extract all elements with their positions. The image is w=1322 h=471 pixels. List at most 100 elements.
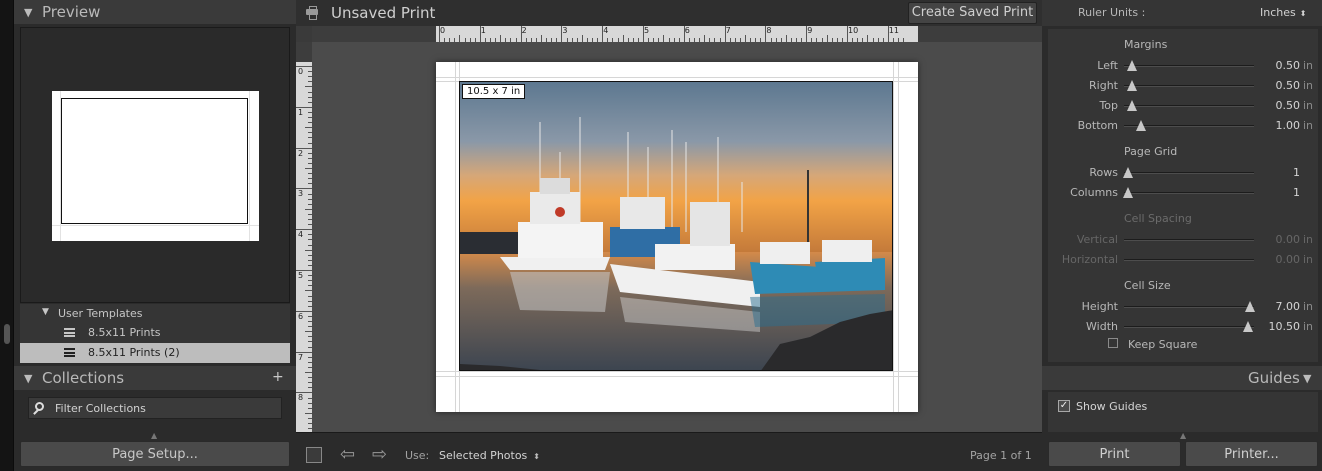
expand-triangle-icon[interactable]: ▼: [42, 307, 49, 317]
ruler-tick: [847, 26, 848, 42]
slider-track[interactable]: [1124, 321, 1254, 332]
keep-square-checkbox[interactable]: [1108, 338, 1118, 348]
slider-row: Height 7.00 in: [1048, 298, 1318, 316]
template-icon: [64, 348, 75, 357]
slider-unit: in: [1303, 79, 1314, 92]
use-dropdown[interactable]: Selected Photos ⬍: [439, 449, 540, 462]
print-workspace: Unsaved Print Create Saved Print 0 1 2 3 4 5 6…: [296, 0, 1042, 471]
use-label: Use:: [405, 449, 430, 462]
ruler-number: 3: [298, 189, 304, 199]
preview-cell-outline: [61, 98, 248, 224]
ruler-tick: [622, 35, 624, 42]
paper-page: 10.5 x 7 in: [436, 62, 918, 412]
ruler-number: 5: [298, 271, 304, 280]
printer-button[interactable]: Printer...: [1185, 441, 1318, 467]
ruler-number: 2: [298, 148, 304, 158]
print-button[interactable]: Print: [1048, 441, 1181, 467]
create-saved-print-button[interactable]: Create Saved Print: [908, 2, 1037, 24]
slider-value[interactable]: 7.00: [1276, 300, 1301, 313]
photo-cell[interactable]: 10.5 x 7 in: [459, 81, 893, 371]
ruler-tick: [296, 106, 312, 108]
slider-label: Columns: [1070, 186, 1118, 199]
slider-thumb[interactable]: [1122, 167, 1133, 178]
ruler-tick: [305, 412, 312, 414]
page-setup-button[interactable]: Page Setup...: [20, 441, 290, 467]
slider-value[interactable]: 1: [1293, 186, 1300, 199]
slider-row: Right 0.50 in: [1048, 77, 1318, 95]
ruler-number: 9: [807, 26, 813, 35]
slider-label: Bottom: [1077, 119, 1118, 132]
slider-thumb[interactable]: [1245, 301, 1256, 312]
slider-value[interactable]: 1.00: [1276, 119, 1301, 132]
ruler-tick: [305, 208, 312, 210]
slider-track[interactable]: [1124, 100, 1254, 111]
slider-row: Vertical 0.00 in: [1048, 231, 1318, 249]
slider-value[interactable]: 10.50: [1269, 320, 1301, 333]
slider-thumb[interactable]: [1135, 120, 1146, 131]
slider-thumb[interactable]: [1122, 187, 1133, 198]
slider-label: Vertical: [1076, 233, 1118, 246]
preview-page-thumbnail: [52, 91, 259, 241]
collapse-triangle-icon[interactable]: ▼: [1303, 372, 1311, 385]
collapse-triangle-icon[interactable]: ▼: [24, 6, 32, 19]
slider-thumb[interactable]: [1126, 80, 1137, 91]
slider-track[interactable]: [1124, 60, 1254, 71]
arrow-right-icon[interactable]: ⇨: [372, 444, 387, 465]
ruler-tick: [602, 26, 604, 42]
slider-track[interactable]: [1124, 239, 1254, 241]
ruler-tick: [704, 35, 706, 42]
slider-value[interactable]: 1: [1293, 166, 1300, 179]
slider-thumb[interactable]: [1126, 100, 1137, 111]
ruler-number: 10: [848, 26, 859, 35]
toolbar-toggle-checkbox[interactable]: [306, 447, 322, 463]
ruler-number: 5: [644, 26, 650, 35]
template-folder-user-templates[interactable]: ▼ User Templates: [20, 304, 290, 324]
slider-unit: in: [1303, 59, 1314, 72]
margin-guide: [436, 376, 918, 377]
template-item-selected[interactable]: 8.5x11 Prints (2): [20, 343, 290, 363]
slider-label: Right: [1089, 79, 1118, 92]
guides-header[interactable]: Guides ▼: [1042, 366, 1322, 390]
use-dropdown-value: Selected Photos: [439, 449, 528, 462]
left-edge-strip: [0, 0, 14, 471]
arrow-left-icon[interactable]: ⇦: [340, 444, 355, 465]
panel-resize-handle[interactable]: [4, 324, 10, 344]
slider-value[interactable]: 0.50: [1276, 99, 1301, 112]
slider-thumb[interactable]: [1242, 321, 1253, 332]
slider-value[interactable]: 0.00: [1276, 253, 1301, 266]
collapse-triangle-icon[interactable]: ▼: [24, 372, 32, 385]
harbor-photo: [460, 82, 892, 370]
slider-label: Height: [1081, 300, 1118, 313]
show-guides-checkbox[interactable]: ✓: [1058, 400, 1070, 412]
ruler-tick: [305, 331, 312, 333]
collections-title: Collections: [42, 369, 125, 387]
ruler-tick: [296, 351, 312, 353]
filter-collections-input[interactable]: Filter Collections: [28, 397, 282, 419]
guides-settings: ✓ Show Guides: [1048, 392, 1318, 432]
ruler-units-dropdown[interactable]: Inches ⬍: [1260, 6, 1306, 19]
slider-track[interactable]: [1124, 301, 1256, 312]
preview-header[interactable]: ▼ Preview: [14, 0, 296, 24]
slider-track[interactable]: [1122, 167, 1254, 178]
scroll-indicator-icon: ▲: [1180, 431, 1187, 440]
slider-value[interactable]: 0.50: [1276, 59, 1301, 72]
slider-thumb[interactable]: [1126, 60, 1137, 71]
slider-value[interactable]: 0.00: [1276, 233, 1301, 246]
collections-header[interactable]: ▼ Collections +: [14, 366, 296, 390]
slider-track[interactable]: [1124, 80, 1254, 91]
slider-unit: in: [1303, 253, 1314, 266]
slider-value[interactable]: 0.50: [1276, 79, 1301, 92]
slider-track[interactable]: [1124, 120, 1254, 131]
ruler-tick: [305, 168, 312, 169]
ruler-tick: [296, 270, 312, 271]
slider-track[interactable]: [1124, 259, 1254, 261]
ruler-tick: [785, 35, 787, 42]
slider-label: Rows: [1089, 166, 1118, 179]
ruler-number: 8: [766, 26, 772, 35]
ruler-number: 0: [298, 67, 304, 76]
template-item[interactable]: 8.5x11 Prints: [20, 323, 290, 343]
print-toolbar: ⇦ ⇨ Use: Selected Photos ⬍ Page 1 of 1: [296, 432, 1042, 471]
slider-track[interactable]: [1122, 187, 1254, 198]
slider-row: Horizontal 0.00 in: [1048, 251, 1318, 269]
plus-icon[interactable]: +: [272, 369, 284, 385]
